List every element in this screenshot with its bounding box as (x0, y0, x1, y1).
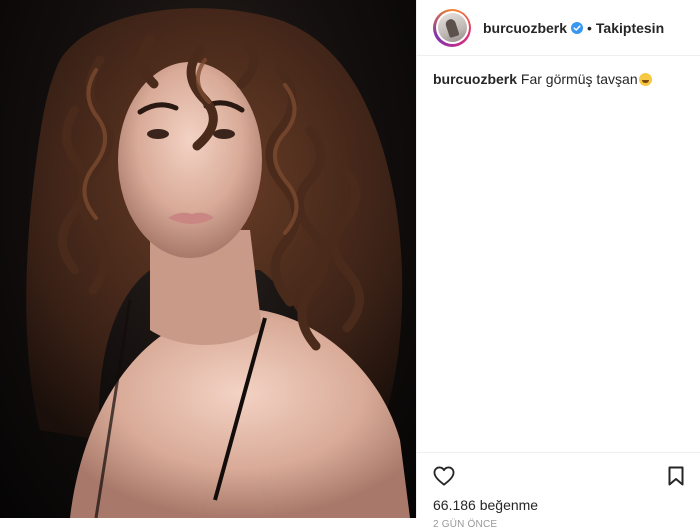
post-actions: 66.186 beğenme 2 GÜN ÖNCE (417, 452, 700, 530)
caption-username[interactable]: burcuozberk (433, 71, 517, 87)
header-separator: • (587, 19, 592, 36)
verified-badge-icon (571, 21, 584, 34)
post-side-panel: burcuozberk • Takiptesin burcuozberk Far… (416, 0, 700, 530)
avatar-frame (435, 11, 469, 44)
profile-avatar[interactable] (433, 8, 471, 47)
instagram-post: burcuozberk • Takiptesin burcuozberk Far… (0, 0, 700, 530)
bookmark-icon[interactable] (668, 466, 684, 486)
likes-label: beğenme (479, 497, 539, 513)
post-photo[interactable] (0, 0, 416, 518)
follow-status-button[interactable]: Takiptesin (596, 20, 664, 36)
comments-section: burcuozberk Far görmüş tavşan (417, 56, 700, 102)
post-date: 2 GÜN ÖNCE (433, 519, 498, 530)
action-row (433, 461, 684, 491)
post-photo-illustration (26, 8, 410, 518)
post-header: burcuozberk • Takiptesin (417, 0, 700, 56)
heart-icon[interactable] (433, 466, 455, 486)
header-username[interactable]: burcuozberk (483, 20, 567, 36)
grinning-emoji-icon (638, 73, 652, 86)
avatar-image (437, 13, 467, 42)
caption-text: Far görmüş tavşan (520, 71, 638, 87)
likes-number: 66.186 (433, 497, 476, 513)
caption: burcuozberk Far görmüş tavşan (433, 70, 684, 88)
likes-count[interactable]: 66.186 beğenme (433, 497, 684, 513)
